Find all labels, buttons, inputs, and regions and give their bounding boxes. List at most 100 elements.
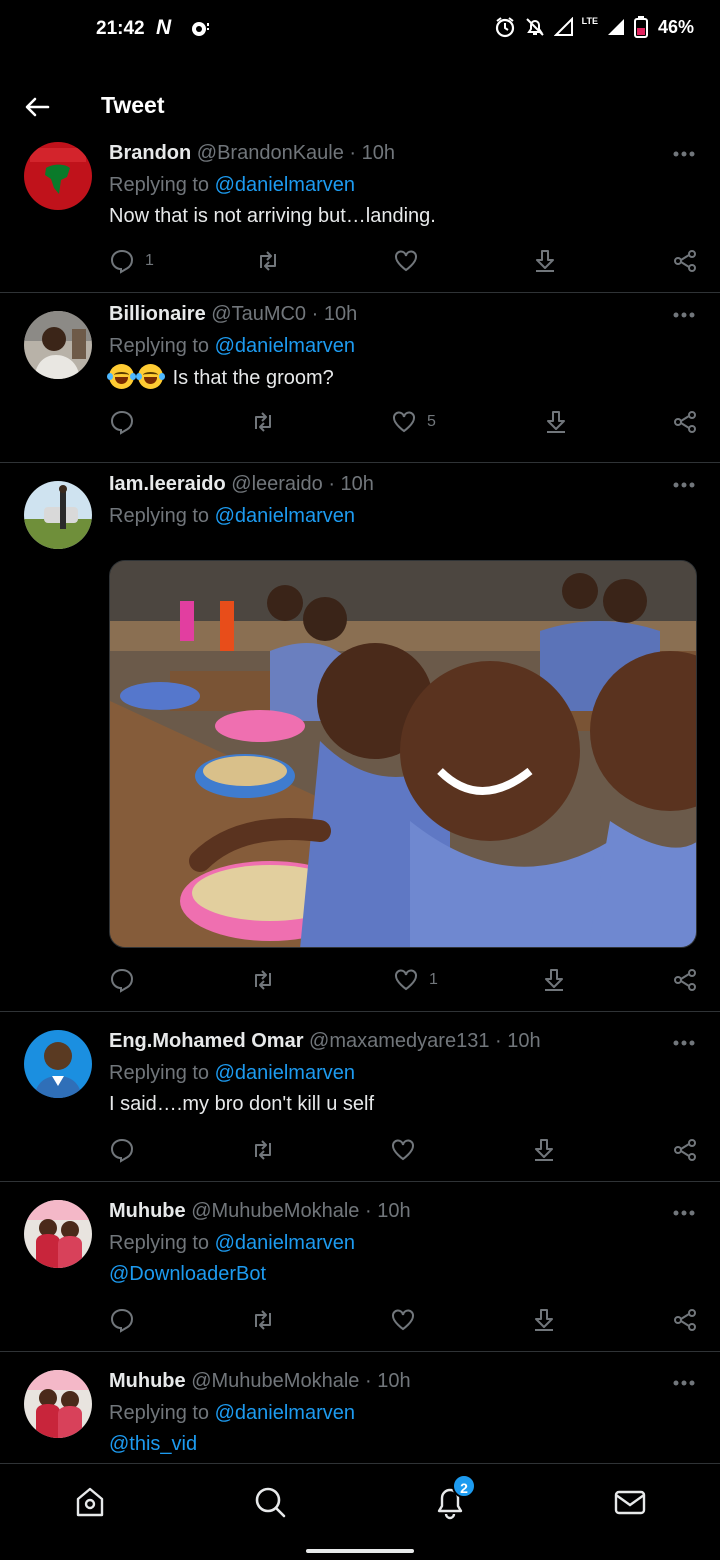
mention-link[interactable]: @danielmarven xyxy=(215,1232,355,1254)
reply-tweet[interactable]: Muhube @MuhubeMokhale · 10h Replying to … xyxy=(0,1182,720,1352)
retweet-icon xyxy=(255,1310,271,1330)
display-name[interactable]: Eng.Mohamed Omar xyxy=(109,1030,303,1052)
tweet-text-mention[interactable]: @DownloaderBot xyxy=(109,1263,266,1286)
avatar[interactable] xyxy=(24,1370,92,1438)
mention-link[interactable]: @danielmarven xyxy=(215,505,355,527)
replying-to: Replying to @danielmarven xyxy=(109,1062,355,1085)
reply-tweet[interactable]: Eng.Mohamed Omar @maxamedyare131 · 10h R… xyxy=(0,1012,720,1182)
tweet-time[interactable]: 10h xyxy=(341,473,374,495)
replying-to: Replying to @danielmarven xyxy=(109,1232,355,1255)
reply-tweet[interactable]: Iam.leeraido @leeraido · 10h Replying to… xyxy=(0,463,720,1012)
like-button[interactable]: 5 xyxy=(391,409,436,435)
nav-messages[interactable] xyxy=(612,1484,652,1524)
mention-link[interactable]: @danielmarven xyxy=(215,1402,355,1424)
replying-to: Replying to @danielmarven xyxy=(109,174,355,197)
download-icon xyxy=(545,969,563,991)
retweet-button[interactable] xyxy=(250,409,276,435)
reply-button[interactable] xyxy=(109,1137,135,1163)
display-name[interactable]: Brandon xyxy=(109,142,191,164)
tweet-actions: 1 xyxy=(0,967,720,997)
display-name[interactable]: Iam.leeraido xyxy=(109,473,226,495)
tweet-image[interactable] xyxy=(109,560,697,948)
download-button[interactable] xyxy=(531,1307,557,1333)
like-button[interactable]: 1 xyxy=(393,967,438,993)
download-button[interactable] xyxy=(532,248,558,274)
user-handle[interactable]: @maxamedyare131 xyxy=(309,1030,489,1052)
more-options-icon[interactable] xyxy=(672,311,696,319)
back-arrow-icon[interactable] xyxy=(22,92,52,122)
share-button[interactable] xyxy=(672,1307,698,1333)
mention-link[interactable]: @danielmarven xyxy=(215,1062,355,1084)
replying-to: Replying to @danielmarven xyxy=(109,505,355,528)
more-options-icon[interactable] xyxy=(672,1039,696,1047)
download-button[interactable] xyxy=(541,967,567,993)
download-icon xyxy=(535,1139,553,1161)
heart-icon xyxy=(395,969,417,991)
share-icon xyxy=(674,969,696,991)
reply-button[interactable] xyxy=(109,967,145,993)
separator-dot: · xyxy=(364,1370,372,1392)
reply-button[interactable] xyxy=(109,409,145,435)
replying-to: Replying to @danielmarven xyxy=(109,1402,355,1425)
display-name[interactable]: Muhube xyxy=(109,1370,186,1392)
reply-icon xyxy=(110,410,134,435)
user-handle[interactable]: @MuhubeMokhale xyxy=(191,1370,359,1392)
share-button[interactable] xyxy=(672,409,698,435)
share-button[interactable] xyxy=(672,248,698,274)
home-indicator[interactable] xyxy=(306,1549,414,1553)
tweet-time[interactable]: 10h xyxy=(377,1200,410,1222)
mention-link[interactable]: @danielmarven xyxy=(215,335,355,357)
user-handle[interactable]: @leeraido xyxy=(231,473,322,495)
user-handle[interactable]: @TauMC0 xyxy=(211,303,306,325)
reply-tweet[interactable]: Billionaire @TauMC0 · 10h Replying to @d… xyxy=(0,293,720,463)
display-name[interactable]: Billionaire xyxy=(109,303,206,325)
avatar[interactable] xyxy=(24,1030,92,1098)
avatar[interactable] xyxy=(24,142,92,210)
avatar[interactable] xyxy=(24,1200,92,1268)
chat-notification-icon xyxy=(192,22,209,36)
tweet-header: Muhube @MuhubeMokhale · 10h xyxy=(109,1370,411,1393)
replies-feed: Brandon @BrandonKaule · 10h Replying to … xyxy=(0,132,720,1482)
reply-tweet[interactable]: Brandon @BrandonKaule · 10h Replying to … xyxy=(0,132,720,293)
more-options-icon[interactable] xyxy=(672,1379,696,1387)
avatar[interactable] xyxy=(24,481,92,549)
user-handle[interactable]: @MuhubeMokhale xyxy=(191,1200,359,1222)
nav-notifications[interactable]: 2 xyxy=(432,1474,476,1524)
retweet-icon xyxy=(255,970,271,990)
download-button[interactable] xyxy=(543,409,569,435)
avatar[interactable] xyxy=(24,311,92,379)
nav-home[interactable] xyxy=(72,1484,112,1524)
reply-button[interactable]: 1 xyxy=(109,248,154,274)
mute-icon xyxy=(525,18,544,36)
tweet-time[interactable]: 10h xyxy=(377,1370,410,1392)
mention-link[interactable]: @danielmarven xyxy=(215,174,355,196)
nav-search[interactable] xyxy=(252,1484,292,1524)
retweet-button[interactable] xyxy=(250,1307,276,1333)
user-handle[interactable]: @BrandonKaule xyxy=(197,142,344,164)
like-button[interactable] xyxy=(390,1307,416,1333)
tweet-actions: 1 xyxy=(0,248,720,278)
retweet-icon xyxy=(255,412,271,432)
more-options-icon[interactable] xyxy=(672,481,696,489)
page-title: Tweet xyxy=(101,92,165,118)
tweet-time[interactable]: 10h xyxy=(507,1030,540,1052)
replying-to-label: Replying to xyxy=(109,1402,210,1424)
tweet-time[interactable]: 10h xyxy=(324,303,357,325)
more-options-icon[interactable] xyxy=(672,1209,696,1217)
separator-dot: · xyxy=(495,1030,502,1052)
display-name[interactable]: Muhube xyxy=(109,1200,186,1222)
tweet-text-mention[interactable]: @this_vid xyxy=(109,1433,197,1456)
tweet-time[interactable]: 10h xyxy=(362,142,395,164)
like-button[interactable] xyxy=(393,248,429,274)
retweet-button[interactable] xyxy=(250,967,276,993)
retweet-button[interactable] xyxy=(255,248,281,274)
download-button[interactable] xyxy=(531,1137,557,1163)
reply-button[interactable] xyxy=(109,1307,135,1333)
like-button[interactable] xyxy=(390,1137,416,1163)
retweet-button[interactable] xyxy=(250,1137,276,1163)
share-button[interactable] xyxy=(672,1137,698,1163)
more-options-icon[interactable] xyxy=(672,150,696,158)
share-button[interactable] xyxy=(672,967,698,993)
tweet-text-row: Is that the groom? xyxy=(107,364,334,390)
netflix-notification-icon: N xyxy=(156,16,172,39)
